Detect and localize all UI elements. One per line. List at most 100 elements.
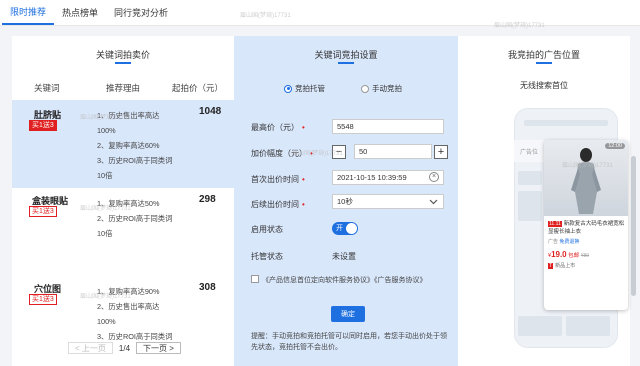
original-price: ¥89 bbox=[580, 253, 590, 259]
radio-manual-bid[interactable]: 手动竞拍 bbox=[361, 83, 402, 94]
ad-timer: 12:00 bbox=[605, 143, 625, 149]
price-value: 19.0 bbox=[551, 250, 567, 259]
ad-seller: T 新品上市 bbox=[548, 262, 575, 269]
ad-slot-subtitle: 无线搜索首位 bbox=[520, 81, 568, 90]
ad-position-panel: 我竞拍的广告位置 无线搜索首位 广告位 12:00 11.11 新款复古大码毛衣裙… bbox=[458, 36, 636, 366]
increment-button[interactable]: + bbox=[434, 145, 448, 159]
label-text: 后续出价时间 bbox=[251, 200, 299, 209]
reason-line: 2、历史售出率高达 bbox=[97, 302, 160, 311]
ad-label: 广告 bbox=[548, 239, 559, 245]
reason-line: 100% bbox=[97, 317, 116, 326]
hosting-status-label: 托管状态 bbox=[251, 252, 283, 261]
pagination: < 上一页 1/4 下一页 > bbox=[68, 342, 181, 354]
column-header-price: 起拍价（元） bbox=[172, 83, 224, 93]
watermark: 眉山国(梦琦)17731 bbox=[80, 206, 131, 212]
label-text: 首次出价时间 bbox=[251, 175, 299, 184]
label-text: 最高价（元） bbox=[251, 123, 299, 132]
seller-tag: T bbox=[548, 263, 554, 269]
select-value: 10秒 bbox=[337, 197, 353, 206]
ad-subline: 广告 免费退换 bbox=[548, 238, 579, 245]
radio-label: 竞拍托管 bbox=[295, 84, 325, 93]
next-page-button[interactable]: 下一页 > bbox=[136, 342, 181, 354]
placeholder-bar bbox=[566, 316, 610, 336]
table-row[interactable]: 穴位图 买1送3 1、复购率高达90% 2、历史售出率高达 100% 3、历史R… bbox=[12, 276, 234, 344]
title-underline bbox=[115, 62, 131, 64]
prev-page-button[interactable]: < 上一页 bbox=[68, 342, 113, 354]
price-unit: 包邮 bbox=[568, 253, 580, 259]
reason-line: 10倍 bbox=[97, 171, 113, 180]
watermark: 眉山国(梦琦)17731 bbox=[494, 23, 545, 29]
required-mark: • bbox=[302, 123, 305, 132]
radio-icon bbox=[284, 84, 292, 93]
logo-text: 广告位 bbox=[519, 149, 538, 156]
confirm-button[interactable]: 确定 bbox=[331, 306, 365, 322]
start-price: 1048 bbox=[199, 106, 222, 117]
ad-position-logo: 广告位 bbox=[514, 140, 544, 162]
watermark: 眉山国(梦琦)17731 bbox=[80, 115, 131, 121]
panel-title: 我竞拍的广告位置 bbox=[507, 50, 580, 60]
reason-line: 2、复购率高达60% bbox=[97, 141, 160, 150]
radio-hosted-bid[interactable]: 竞拍托管 bbox=[284, 83, 325, 94]
promo-tag: 11.11 bbox=[548, 221, 562, 227]
reason-line: 100% bbox=[97, 126, 116, 135]
tab-limited-recommend[interactable]: 限时推荐 bbox=[2, 0, 55, 25]
model-photo-icon bbox=[571, 148, 601, 214]
panel-title: 关键词竞拍设置 bbox=[314, 50, 378, 60]
first-bid-time-label: 首次出价时间 • bbox=[251, 174, 305, 185]
hint-text: 提醒：手动竞拍和竞拍托管可以同时启用，若您手动出价处于领先状态，竞拍托管不会出价… bbox=[251, 333, 447, 351]
agreement-link[interactable]: 《产品信息首位定向软件服务协议》《广告服务协议》 bbox=[262, 275, 427, 285]
agreement-checkbox[interactable] bbox=[251, 275, 259, 283]
promo-badge: 买1送3 bbox=[29, 294, 57, 305]
watermark: 眉山国(梦琦)17731 bbox=[240, 13, 291, 19]
tab-hot-list[interactable]: 热点榜单 bbox=[54, 0, 106, 25]
product-image: 12:00 bbox=[544, 140, 628, 216]
later-bid-time-label: 后续出价时间 • bbox=[251, 199, 305, 210]
datetime-value: 2021-10-15 10:39:59 bbox=[337, 173, 407, 182]
toggle-label: 开 bbox=[336, 225, 343, 232]
radio-label: 手动竞拍 bbox=[372, 84, 402, 93]
start-price: 308 bbox=[199, 282, 216, 293]
seller-text: 新品上市 bbox=[555, 263, 576, 269]
promo-badge: 买1送3 bbox=[29, 206, 57, 217]
placeholder-bar bbox=[518, 171, 542, 185]
free-return-label: 免费退换 bbox=[559, 239, 580, 245]
page-indicator: 1/4 bbox=[118, 343, 131, 353]
watermark: 眉山国(梦琦)17731 bbox=[562, 163, 613, 169]
chevron-down-icon bbox=[429, 199, 438, 205]
title-underline bbox=[536, 62, 552, 64]
enable-toggle[interactable]: 开 bbox=[332, 222, 358, 235]
clear-icon[interactable]: × bbox=[429, 172, 439, 182]
column-header-keyword: 关键词 bbox=[34, 83, 60, 93]
placeholder-bar bbox=[518, 191, 542, 221]
max-price-label: 最高价（元） • bbox=[251, 122, 305, 133]
increment-input[interactable]: 50 bbox=[354, 144, 432, 159]
watermark: 眉山国(梦琦)17731 bbox=[292, 151, 343, 157]
table-header: 关键词 推荐理由 起拍价（元） bbox=[12, 82, 234, 98]
bid-settings-panel: 关键词竞拍设置 竞拍托管 手动竞拍 最高价（元） • 5548 加价幅度（元） • … bbox=[234, 36, 458, 366]
hosting-status-value: 未设置 bbox=[332, 252, 356, 261]
required-mark: • bbox=[302, 175, 305, 184]
column-header-reason: 推荐理由 bbox=[106, 83, 141, 93]
reason-line: 2、历史ROI高于同类词 bbox=[97, 214, 173, 223]
table-row[interactable]: 盒装眼贴 买1送3 1、复购率高达50% 2、历史ROI高于同类词 10倍 29… bbox=[12, 188, 234, 276]
reason-line: 3、历史ROI高于同类词 bbox=[97, 156, 173, 165]
watermark: 眉山国(梦琦)17731 bbox=[80, 294, 131, 300]
enable-status-label: 启用状态 bbox=[251, 225, 283, 234]
keyword-auction-panel: 关键词拍卖价 关键词 推荐理由 起拍价（元） 肚脐贴 买1送3 1、历史售出率高… bbox=[12, 36, 234, 366]
scrollbar[interactable] bbox=[631, 156, 636, 296]
title-underline bbox=[338, 62, 354, 64]
tab-competitor-analysis[interactable]: 同行竞对分析 bbox=[106, 0, 176, 25]
start-price: 298 bbox=[199, 194, 216, 205]
promo-badge: 买1送3 bbox=[29, 120, 57, 131]
radio-icon bbox=[361, 84, 369, 93]
max-price-input[interactable]: 5548 bbox=[332, 119, 444, 134]
ad-title: 11.11 新款复古大码毛衣裙宽松显瘦长袖上衣 bbox=[548, 220, 626, 236]
placeholder-bar bbox=[524, 120, 608, 126]
panel-title: 关键词拍卖价 bbox=[95, 50, 150, 60]
bid-mode-radio-group: 竞拍托管 手动竞拍 bbox=[284, 83, 402, 94]
reason-line: 10倍 bbox=[97, 229, 113, 238]
required-mark: • bbox=[302, 200, 305, 209]
later-bid-time-select[interactable]: 10秒 bbox=[332, 194, 444, 209]
first-bid-time-input[interactable]: 2021-10-15 10:39:59 × bbox=[332, 170, 444, 185]
placeholder-bar bbox=[518, 316, 562, 336]
